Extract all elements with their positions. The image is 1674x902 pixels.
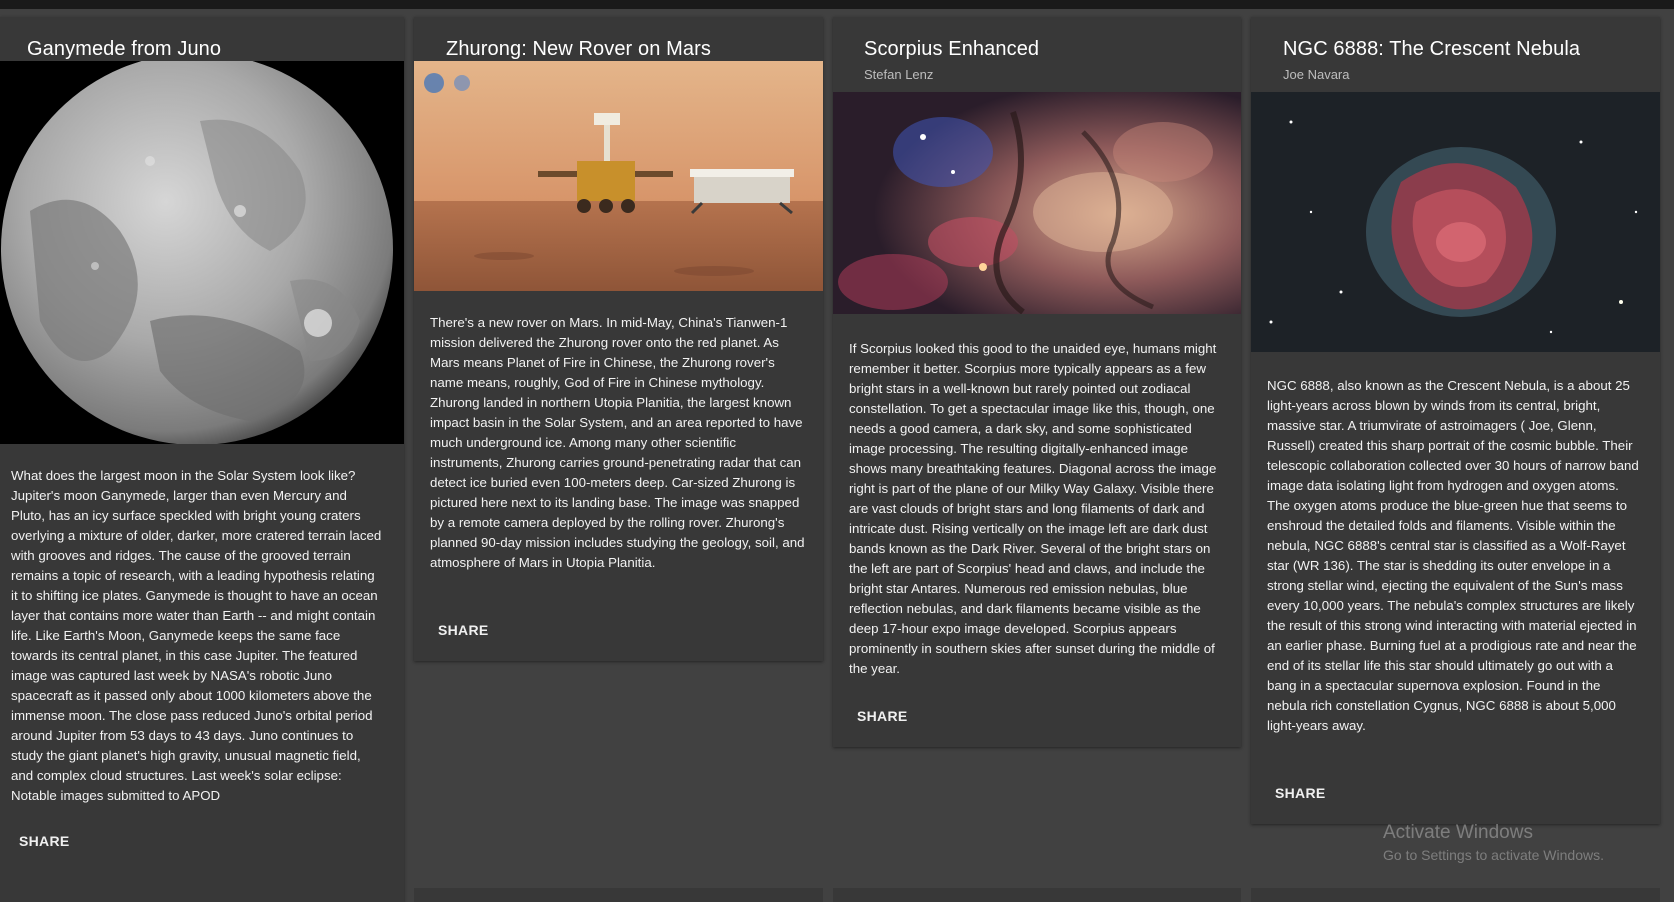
card-credit: Stefan Lenz xyxy=(864,67,934,82)
apod-card-grid: Ganymede from Juno What does the largest xyxy=(0,9,1674,902)
ganymede-moon-image[interactable] xyxy=(0,61,404,444)
card-description: NGC 6888, also known as the Crescent Neb… xyxy=(1267,378,1639,733)
card-scorpius: Scorpius Enhanced Stefan Lenz If Scorpiu xyxy=(833,17,1241,747)
top-bar xyxy=(0,0,1674,9)
share-button[interactable]: SHARE xyxy=(11,829,78,853)
scorpius-milky-way-image[interactable] xyxy=(833,92,1241,314)
crescent-nebula-image[interactable] xyxy=(1251,92,1660,352)
share-button[interactable]: SHARE xyxy=(430,618,497,642)
share-button[interactable]: SHARE xyxy=(849,704,916,728)
card-description: There's a new rover on Mars. In mid-May,… xyxy=(430,315,805,570)
share-button[interactable]: SHARE xyxy=(1267,781,1334,805)
card-title: Zhurong: New Rover on Mars xyxy=(446,38,711,60)
next-card-partial xyxy=(414,888,823,902)
card-title: NGC 6888: The Crescent Nebula xyxy=(1283,38,1581,60)
card-credit: Joe Navara xyxy=(1283,67,1350,82)
card-description: What does the largest moon in the Solar … xyxy=(11,468,382,803)
card-description: If Scorpius looked this good to the unai… xyxy=(849,341,1217,676)
activate-windows-watermark-subtitle: Go to Settings to activate Windows. xyxy=(1383,847,1604,863)
next-card-partial xyxy=(1251,888,1660,902)
card-ganymede: Ganymede from Juno What does the largest xyxy=(0,17,404,902)
zhurong-rover-image[interactable] xyxy=(414,61,823,291)
activate-windows-watermark-title: Activate Windows xyxy=(1383,822,1533,843)
card-zhurong: Zhurong: New Rover on Mars There's a new… xyxy=(414,17,823,661)
card-title: Ganymede from Juno xyxy=(27,38,222,60)
card-crescent-nebula: NGC 6888: The Crescent Nebula Joe Navara… xyxy=(1251,17,1660,824)
next-card-partial xyxy=(833,888,1241,902)
card-title: Scorpius Enhanced xyxy=(864,38,1040,60)
